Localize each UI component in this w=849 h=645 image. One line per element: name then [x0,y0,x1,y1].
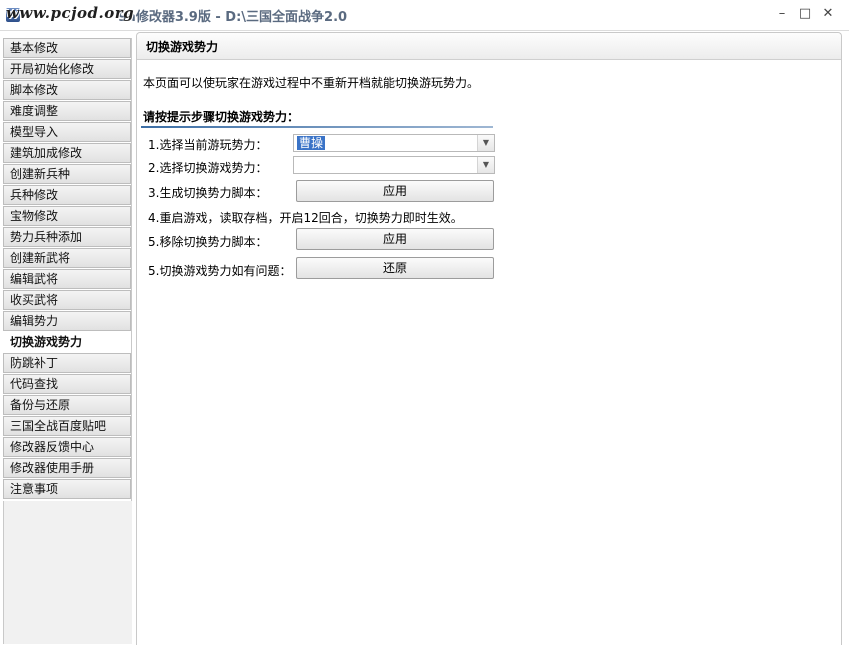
step4-note: 4.重启游戏，读取存档，开启12回合，切换势力即时生效。 [148,211,463,225]
step5-restore-label: 5.切换游戏势力如有问题： [148,264,292,278]
sidebar-item-basic-edit[interactable]: 基本修改 [3,38,131,58]
remove-script-apply-button[interactable]: 应用 [296,228,494,250]
sidebar-item-difficulty[interactable]: 难度调整 [3,101,131,121]
title-bar: 9a修改器3.9版 - D:\三国全面战争2.0 www.pcjod.org –… [0,0,849,31]
sidebar-item-script-edit[interactable]: 脚本修改 [3,80,131,100]
section-divider [141,126,493,128]
target-faction-value [297,158,301,172]
generate-script-apply-button[interactable]: 应用 [296,180,494,202]
sidebar-item-building-bonus[interactable]: 建筑加成修改 [3,143,131,163]
current-faction-select[interactable]: 曹操 ▼ [293,134,495,152]
minimize-button[interactable]: – [771,4,793,24]
sidebar-item-treasure-edit[interactable]: 宝物修改 [3,206,131,226]
sidebar-item-create-general[interactable]: 创建新武将 [3,248,131,268]
step3-label: 3.生成切换势力脚本： [148,186,268,200]
sidebar-item-anti-skip-patch[interactable]: 防跳补丁 [3,353,131,373]
panel-header: 切换游戏势力 [137,33,841,60]
target-faction-select[interactable]: ▼ [293,156,495,174]
sidebar-item-feedback[interactable]: 修改器反馈中心 [3,437,131,457]
sidebar-item-notes[interactable]: 注意事项 [3,479,131,499]
sidebar-item-start-init[interactable]: 开局初始化修改 [3,59,131,79]
sidebar-item-baidu-tieba[interactable]: 三国全战百度贴吧 [3,416,131,436]
window-title: 9a修改器3.9版 - D:\三国全面战争2.0 [118,10,348,25]
sidebar-item-model-import[interactable]: 模型导入 [3,122,131,142]
sidebar-nav: 基本修改 开局初始化修改 脚本修改 难度调整 模型导入 建筑加成修改 创建新兵种… [0,38,132,644]
step1-label: 1.选择当前游玩势力： [148,138,268,152]
sidebar-item-create-unit[interactable]: 创建新兵种 [3,164,131,184]
watermark-logo: www.pcjod.org [6,4,135,22]
switch-faction-panel: 切换游戏势力 本页面可以使玩家在游戏过程中不重新开档就能切换游玩势力。 请按提示… [136,32,842,645]
sidebar-item-manual[interactable]: 修改器使用手册 [3,458,131,478]
sidebar-item-switch-faction[interactable]: 切换游戏势力 [3,332,131,352]
panel-description: 本页面可以使玩家在游戏过程中不重新开档就能切换游玩势力。 [143,76,480,90]
sidebar-item-faction-units[interactable]: 势力兵种添加 [3,227,131,247]
sidebar-empty-area [3,501,132,644]
chevron-down-icon[interactable]: ▼ [477,135,494,151]
restore-button[interactable]: 还原 [296,257,494,279]
chevron-down-icon[interactable]: ▼ [477,157,494,173]
sidebar-item-edit-general[interactable]: 编辑武将 [3,269,131,289]
panel-title: 切换游戏势力 [146,40,219,54]
sidebar-item-backup-restore[interactable]: 备份与还原 [3,395,131,415]
section-heading: 请按提示步骤切换游戏势力： [143,110,300,124]
sidebar-item-edit-faction[interactable]: 编辑势力 [3,311,131,331]
step2-label: 2.选择切换游戏势力： [148,161,268,175]
sidebar-item-bribe-general[interactable]: 收买武将 [3,290,131,310]
sidebar-item-unit-edit[interactable]: 兵种修改 [3,185,131,205]
close-button[interactable]: ✕ [817,4,839,24]
step5-remove-label: 5.移除切换势力脚本： [148,235,268,249]
maximize-button[interactable]: □ [794,4,816,24]
sidebar-item-code-search[interactable]: 代码查找 [3,374,131,394]
current-faction-value: 曹操 [297,136,326,150]
